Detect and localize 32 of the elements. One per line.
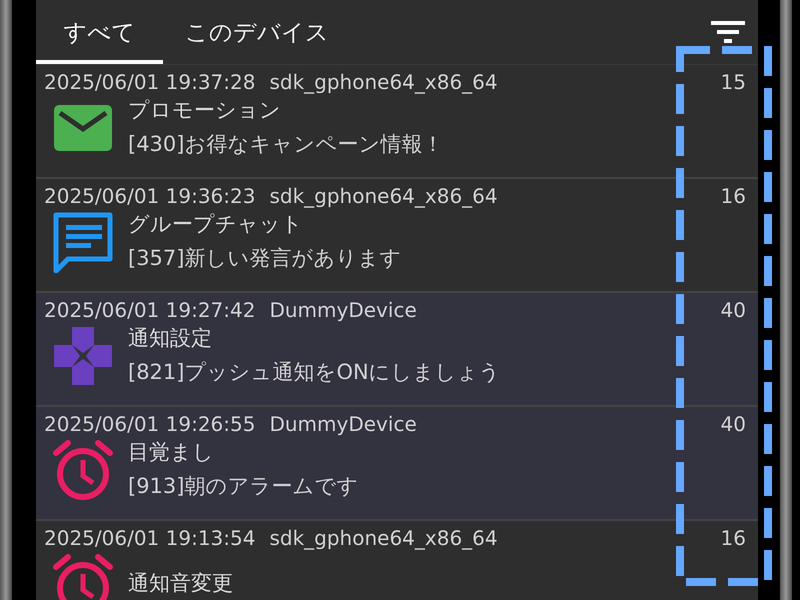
notification-message: [821]プッシュ通知をONにしましょう [128,358,501,386]
notification-row[interactable]: 2025/06/01 19:26:55 DummyDevice 40 目覚まし [913]朝のアラームです [36,407,758,521]
notification-message: [913]朝のアラームです [128,472,358,500]
device-name: DummyDevice [269,412,417,436]
chat-bubble-icon [52,211,114,273]
device-name: sdk_gphone64_x86_64 [269,70,498,94]
count: 15 [720,70,746,94]
gamepad-icon [52,325,114,387]
timestamp: 2025/06/01 19:37:28 [44,70,256,94]
notification-message: [357]新しい発言があります [128,244,402,272]
device-name: DummyDevice [269,298,417,322]
timestamp: 2025/06/01 19:27:42 [44,298,256,322]
notification-title: グループチャット [128,212,304,238]
notification-title: 通知音変更 [128,571,233,597]
timestamp: 2025/06/01 19:26:55 [44,412,256,436]
device-name: sdk_gphone64_x86_64 [269,526,498,550]
timestamp: 2025/06/01 19:13:54 [44,526,256,550]
count: 40 [720,298,746,322]
timestamp: 2025/06/01 19:36:23 [44,184,256,208]
notification-row[interactable]: 2025/06/01 19:27:42 DummyDevice 40 通知設定 [821]プッシュ通知をONにしましょう [36,293,758,407]
notification-title: 目覚まし [128,440,215,466]
alarm-clock-icon [52,439,114,501]
count: 40 [720,412,746,436]
tab[interactable]: このデバイス [163,0,351,64]
device-name: sdk_gphone64_x86_64 [269,184,498,208]
notification-title: プロモーション [128,98,282,124]
alarm-clock-icon [52,553,114,600]
count: 16 [720,184,746,208]
filter-icon [711,21,745,43]
notification-title: 通知設定 [128,326,213,352]
notification-message: [430]お得なキャンペーン情報！ [128,130,444,158]
count: 16 [720,526,746,550]
